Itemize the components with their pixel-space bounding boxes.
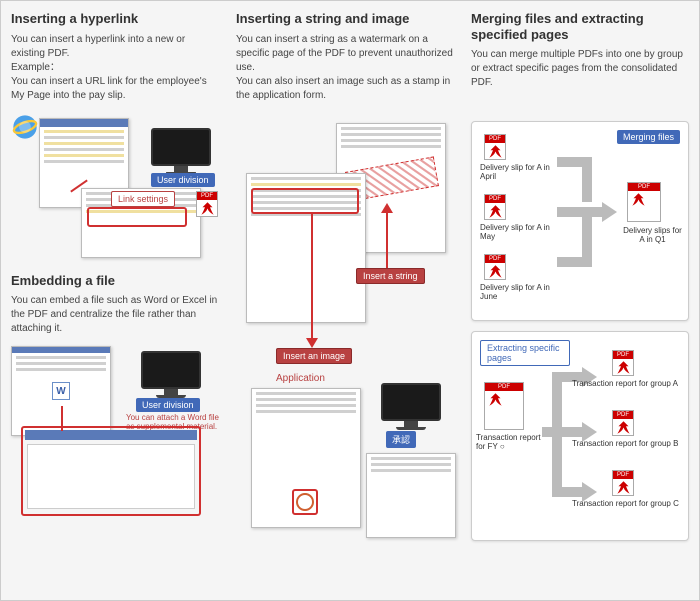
arrow-image <box>311 213 313 343</box>
document-application <box>251 388 361 528</box>
pdf-icon-fy <box>484 382 524 430</box>
label-ga: Transaction report for group A <box>572 380 687 389</box>
monitor-icon-2 <box>141 351 201 401</box>
document-table <box>246 173 366 323</box>
heading-string-image: Inserting a string and image <box>236 11 456 27</box>
illus-string-image: Insert a string Insert an image Applicat… <box>236 113 456 543</box>
merge-arrow <box>557 152 617 272</box>
pdf-icon-may <box>484 194 506 220</box>
approval-label: 承認 <box>386 431 416 448</box>
arrow-line-2 <box>61 406 63 431</box>
label-gb: Transaction report for group B <box>572 440 687 449</box>
application-label: Application <box>276 373 325 384</box>
insert-image-label: Insert an image <box>276 348 352 364</box>
panel-merging: Merging files Delivery slip for A in Apr… <box>471 121 689 321</box>
pdf-icon-q1 <box>627 182 661 222</box>
label-may: Delivery slip for A in May <box>480 224 560 242</box>
desc-hyperlink: You can insert a hyperlink into a new or… <box>11 33 221 103</box>
desc-merge-extract: You can merge multiple PDFs into one by … <box>471 48 691 90</box>
insert-string-label: Insert a string <box>356 268 425 284</box>
pdf-icon-gb <box>612 410 634 436</box>
pdf-icon-ga <box>612 350 634 376</box>
arrowhead-up <box>381 203 393 213</box>
ie-icon <box>11 113 39 141</box>
column-merge-extract: Merging files and extracting specified p… <box>471 11 691 100</box>
label-gc: Transaction report for group C <box>572 500 687 509</box>
desc-embed: You can embed a file such as Word or Exc… <box>11 294 221 336</box>
illus-embed: W User division You can attach a Word fi… <box>11 346 221 526</box>
merging-label: Merging files <box>617 130 680 144</box>
label-q1: Delivery slips for A in Q1 <box>620 227 685 245</box>
panel-extracting: Extracting specific pages Transaction re… <box>471 331 689 541</box>
heading-embed: Embedding a file <box>11 273 221 289</box>
arrow-string <box>386 208 388 268</box>
pdf-icon <box>196 191 218 217</box>
document-back <box>366 453 456 538</box>
column-string-image: Inserting a string and image You can ins… <box>236 11 456 543</box>
desc-string-image: You can insert a string as a watermark o… <box>236 33 456 103</box>
illus-hyperlink: User division Link settings <box>11 113 221 263</box>
pdf-icon-jun <box>484 254 506 280</box>
monitor-icon <box>151 128 211 178</box>
pdf-icon-apr <box>484 134 506 160</box>
monitor-icon-3 <box>381 383 441 433</box>
heading-merge-extract: Merging files and extracting specified p… <box>471 11 691 42</box>
link-settings-label: Link settings <box>111 191 175 207</box>
page-root: Inserting a hyperlink You can insert a h… <box>0 0 700 601</box>
label-apr: Delivery slip for A in April <box>480 164 560 182</box>
label-jun: Delivery slip for A in June <box>480 284 560 302</box>
arrowhead-down <box>306 338 318 348</box>
heading-hyperlink: Inserting a hyperlink <box>11 11 221 27</box>
user-division-label: User division <box>151 173 215 187</box>
pdf-icon-gc <box>612 470 634 496</box>
word-preview-box <box>21 426 201 516</box>
user-division-label-2: User division <box>136 398 200 412</box>
word-icon: W <box>52 382 70 400</box>
column-hyperlink: Inserting a hyperlink You can insert a h… <box>11 11 221 526</box>
